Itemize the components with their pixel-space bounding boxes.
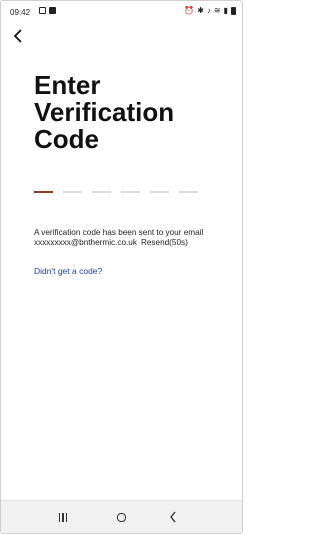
code-slot[interactable] [121, 191, 140, 193]
image-icon [39, 7, 46, 14]
info-text: A verification code has been sent to you… [34, 228, 204, 237]
no-code-link[interactable]: Didn't get a code? [34, 266, 102, 276]
code-slot[interactable] [63, 191, 82, 193]
status-left-icons [39, 7, 56, 14]
code-slot[interactable] [92, 191, 111, 193]
verification-info: A verification code has been sent to you… [34, 228, 239, 248]
home-icon [116, 512, 126, 522]
back-button[interactable] [13, 28, 27, 46]
mute-icon: ♪ [206, 6, 211, 15]
chevron-left-icon [13, 29, 22, 43]
system-nav-bar [1, 500, 242, 533]
recent-apps-icon [58, 512, 68, 522]
home-button[interactable] [111, 509, 131, 525]
status-time: 09:42 [10, 8, 31, 17]
page-title: Enter Verification Code [34, 70, 175, 154]
signal-icon: ▮ [223, 6, 228, 15]
email-text: xxxxxxxxx@bnthermic.co.uk [34, 238, 137, 247]
resend-button[interactable]: Resend(50s) [141, 238, 188, 247]
back-arrow-icon [170, 511, 176, 523]
code-slot[interactable] [179, 191, 198, 193]
wifi-icon: ≋ [213, 6, 221, 15]
system-back-button[interactable] [163, 509, 183, 525]
verification-code-input[interactable] [34, 191, 198, 193]
code-slot[interactable] [150, 191, 169, 193]
phone-frame: 09:42 ⏰ ✱ ♪ ≋ ▮ Enter Verification Code … [0, 0, 243, 534]
bluetooth-icon: ✱ [197, 6, 204, 15]
status-right-icons: ⏰ ✱ ♪ ≋ ▮ [184, 6, 236, 15]
message-icon [49, 7, 56, 14]
status-bar: 09:42 ⏰ ✱ ♪ ≋ ▮ [1, 1, 242, 23]
code-slot[interactable] [34, 191, 53, 193]
recent-apps-button[interactable] [53, 509, 73, 525]
battery-icon [231, 6, 236, 15]
alarm-icon: ⏰ [184, 6, 195, 15]
